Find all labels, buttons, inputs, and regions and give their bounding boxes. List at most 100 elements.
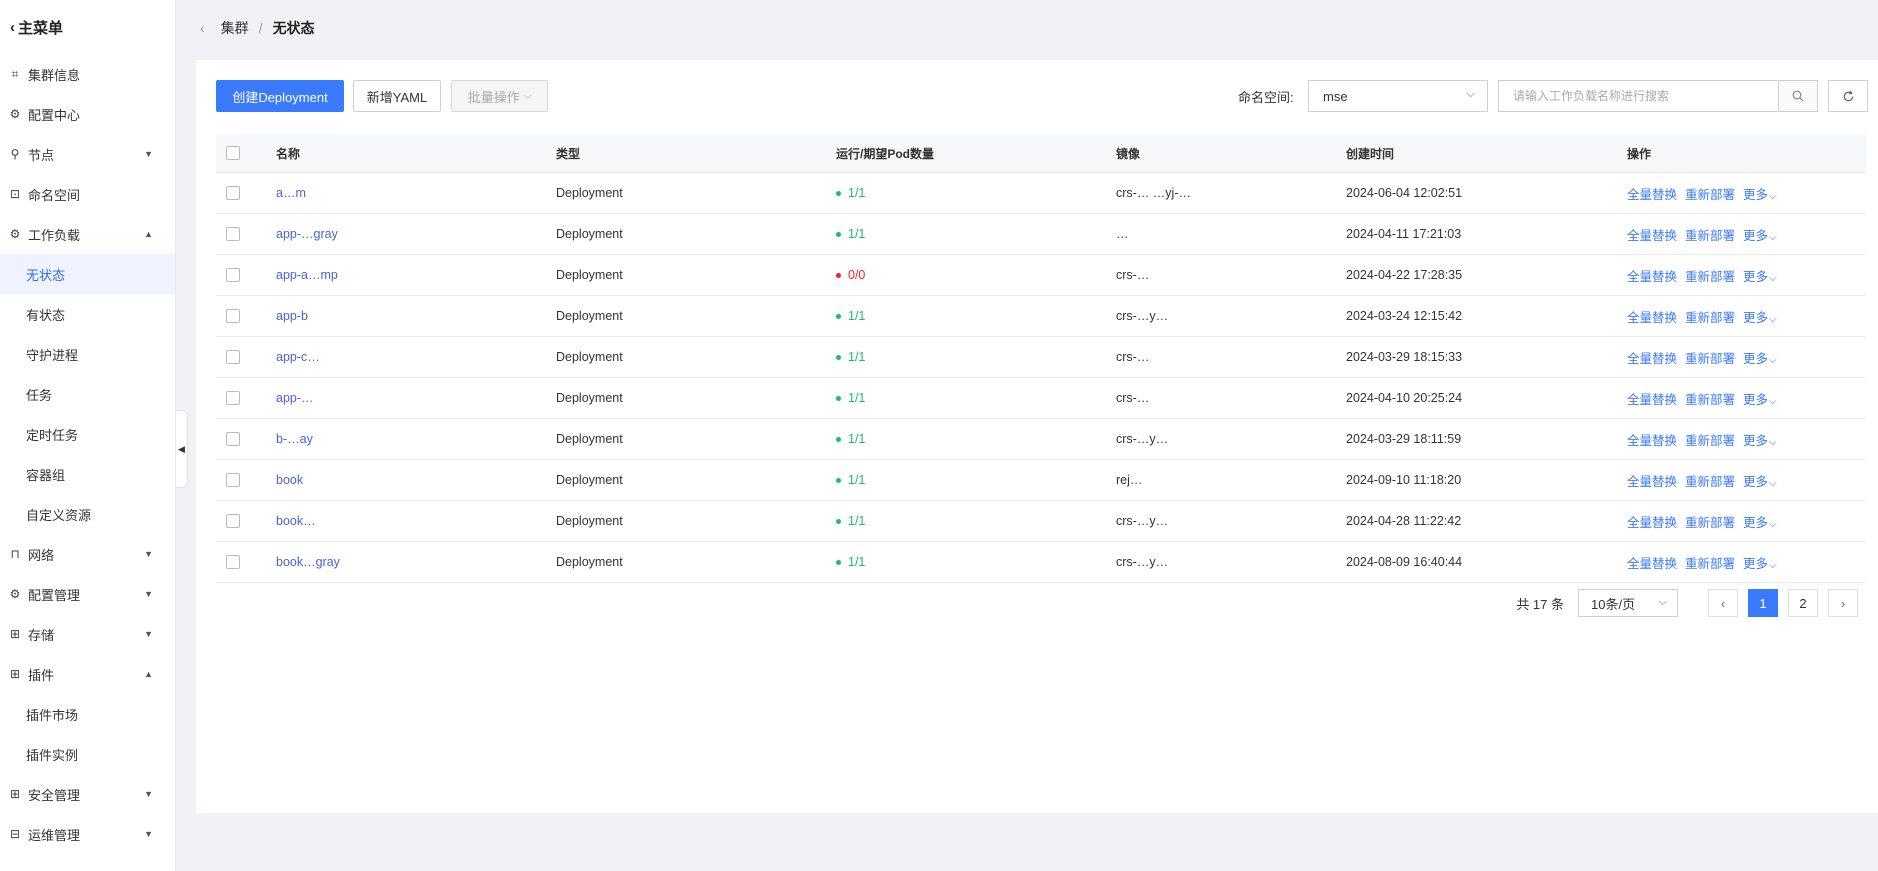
redeploy-link[interactable]: 重新部署 xyxy=(1685,430,1735,449)
workload-name-link[interactable]: book…gray xyxy=(276,555,340,569)
workload-name-link[interactable]: app-…gray xyxy=(276,227,338,241)
sidebar-subitem[interactable]: 有状态 xyxy=(0,294,175,334)
sidebar-subitem[interactable]: 自定义资源 xyxy=(0,494,175,534)
sidebar-subitem[interactable]: 定时任务 xyxy=(0,414,175,454)
sidebar-subitem[interactable]: 无状态 xyxy=(0,254,175,294)
pods-count: 1/1 xyxy=(848,514,866,528)
row-checkbox[interactable] xyxy=(226,350,240,364)
redeploy-link[interactable]: 重新部署 xyxy=(1685,225,1735,244)
row-checkbox[interactable] xyxy=(226,268,240,282)
row-checkbox[interactable] xyxy=(226,514,240,528)
sidebar-item-ops[interactable]: ⊟ 运维管理 ▼ xyxy=(0,814,175,854)
prev-page-button[interactable]: ‹ xyxy=(1708,589,1738,617)
redeploy-link[interactable]: 重新部署 xyxy=(1685,184,1735,203)
more-dropdown[interactable]: 更多⌵ xyxy=(1743,389,1777,408)
replace-all-link[interactable]: 全量替换 xyxy=(1627,430,1677,449)
row-checkbox[interactable] xyxy=(226,309,240,323)
sidebar-item-network[interactable]: ⊓ 网络 ▼ xyxy=(0,534,175,574)
sidebar-subitem[interactable]: 容器组 xyxy=(0,454,175,494)
replace-all-link[interactable]: 全量替换 xyxy=(1627,184,1677,203)
image-cell: crs-… xyxy=(1116,350,1150,364)
sidebar-subitem[interactable]: 插件市场 xyxy=(0,694,175,734)
workload-search-input[interactable] xyxy=(1499,81,1778,111)
workload-name-link[interactable]: b-…ay xyxy=(276,432,313,446)
row-checkbox[interactable] xyxy=(226,473,240,487)
more-label: 更多 xyxy=(1743,556,1769,571)
more-dropdown[interactable]: 更多⌵ xyxy=(1743,553,1777,572)
namespace-select[interactable]: mse ⌵ xyxy=(1308,80,1488,112)
workload-name-link[interactable]: app-… xyxy=(276,391,314,405)
redeploy-link[interactable]: 重新部署 xyxy=(1685,471,1735,490)
sidebar-collapse-handle[interactable]: ◀ xyxy=(176,410,188,488)
replace-all-link[interactable]: 全量替换 xyxy=(1627,471,1677,490)
replace-all-link[interactable]: 全量替换 xyxy=(1627,266,1677,285)
back-icon[interactable]: ‹ xyxy=(200,20,205,36)
redeploy-link[interactable]: 重新部署 xyxy=(1685,512,1735,531)
sidebar-item-label: 配置管理 xyxy=(28,587,81,603)
more-dropdown[interactable]: 更多⌵ xyxy=(1743,430,1777,449)
row-checkbox[interactable] xyxy=(226,555,240,569)
create-deployment-button[interactable]: 创建Deployment xyxy=(216,80,344,112)
more-dropdown[interactable]: 更多⌵ xyxy=(1743,266,1777,285)
redeploy-link[interactable]: 重新部署 xyxy=(1685,553,1735,572)
redeploy-link[interactable]: 重新部署 xyxy=(1685,266,1735,285)
redeploy-link[interactable]: 重新部署 xyxy=(1685,348,1735,367)
ops-cell: 全量替换 重新部署 更多⌵ xyxy=(1627,389,1866,408)
image-cell: crs-…y… xyxy=(1116,432,1169,446)
sidebar-item-plugin[interactable]: ⊞ 插件 ▲ xyxy=(0,654,175,694)
main-menu-title[interactable]: ‹ 主菜单 xyxy=(0,0,175,54)
breadcrumb-cluster[interactable]: 集群 xyxy=(221,18,249,38)
replace-all-link[interactable]: 全量替换 xyxy=(1627,225,1677,244)
type-cell: Deployment xyxy=(556,391,623,405)
plugin-icon: ⊞ xyxy=(9,667,21,681)
more-dropdown[interactable]: 更多⌵ xyxy=(1743,184,1777,203)
redeploy-link[interactable]: 重新部署 xyxy=(1685,389,1735,408)
replace-all-link[interactable]: 全量替换 xyxy=(1627,348,1677,367)
search-button[interactable] xyxy=(1778,81,1817,111)
page-1-button[interactable]: 1 xyxy=(1748,589,1778,617)
sidebar-item-config-center[interactable]: ⚙ 配置中心 xyxy=(0,94,175,134)
workload-name-link[interactable]: book xyxy=(276,473,303,487)
row-check-cell xyxy=(216,268,276,282)
sidebar-subitem[interactable]: 守护进程 xyxy=(0,334,175,374)
sidebar-item-config-manage[interactable]: ⚙ 配置管理 ▼ xyxy=(0,574,175,614)
more-dropdown[interactable]: 更多⌵ xyxy=(1743,307,1777,326)
sidebar-item-namespace[interactable]: ⊡ 命名空间 xyxy=(0,174,175,214)
row-checkbox[interactable] xyxy=(226,227,240,241)
sidebar-item-storage[interactable]: ⊞ 存储 ▼ xyxy=(0,614,175,654)
workload-name-link[interactable]: a…m xyxy=(276,186,306,200)
workload-name-link[interactable]: app-b xyxy=(276,309,308,323)
more-dropdown[interactable]: 更多⌵ xyxy=(1743,225,1777,244)
replace-all-link[interactable]: 全量替换 xyxy=(1627,553,1677,572)
workload-name-link[interactable]: app-c… xyxy=(276,350,320,364)
page-2-button[interactable]: 2 xyxy=(1788,589,1818,617)
replace-all-link[interactable]: 全量替换 xyxy=(1627,307,1677,326)
row-check-cell xyxy=(216,309,276,323)
row-check-cell xyxy=(216,391,276,405)
sidebar-subitem[interactable]: 插件实例 xyxy=(0,734,175,774)
redeploy-link[interactable]: 重新部署 xyxy=(1685,307,1735,326)
content-card: 创建Deployment 新增YAML 批量操作 ⌵ 命名空间: mse ⌵ 请… xyxy=(196,60,1878,813)
more-dropdown[interactable]: 更多⌵ xyxy=(1743,512,1777,531)
sidebar-item-security[interactable]: ⊞ 安全管理 ▼ xyxy=(0,774,175,814)
row-checkbox[interactable] xyxy=(226,186,240,200)
more-dropdown[interactable]: 更多⌵ xyxy=(1743,348,1777,367)
replace-all-link[interactable]: 全量替换 xyxy=(1627,512,1677,531)
more-dropdown[interactable]: 更多⌵ xyxy=(1743,471,1777,490)
sidebar-item-node[interactable]: ⚲ 节点 ▼ xyxy=(0,134,175,174)
row-checkbox[interactable] xyxy=(226,432,240,446)
batch-operation-button[interactable]: 批量操作 ⌵ xyxy=(451,80,548,112)
workload-name-link[interactable]: book… xyxy=(276,514,316,528)
refresh-button[interactable] xyxy=(1828,80,1868,112)
row-checkbox[interactable] xyxy=(226,391,240,405)
page-size-select[interactable]: 10条/页 ⌵ xyxy=(1578,589,1678,617)
sidebar-item-cluster[interactable]: ⌗ 集群信息 xyxy=(0,54,175,94)
select-all-checkbox[interactable] xyxy=(226,146,240,160)
add-yaml-button[interactable]: 新增YAML xyxy=(353,80,441,112)
replace-all-link[interactable]: 全量替换 xyxy=(1627,389,1677,408)
next-page-button[interactable]: › xyxy=(1828,589,1858,617)
sidebar-subitem[interactable]: 任务 xyxy=(0,374,175,414)
pods-count: 1/1 xyxy=(848,555,866,569)
sidebar-item-workload[interactable]: ⚙ 工作负载 ▲ xyxy=(0,214,175,254)
workload-name-link[interactable]: app-a…mp xyxy=(276,268,338,282)
